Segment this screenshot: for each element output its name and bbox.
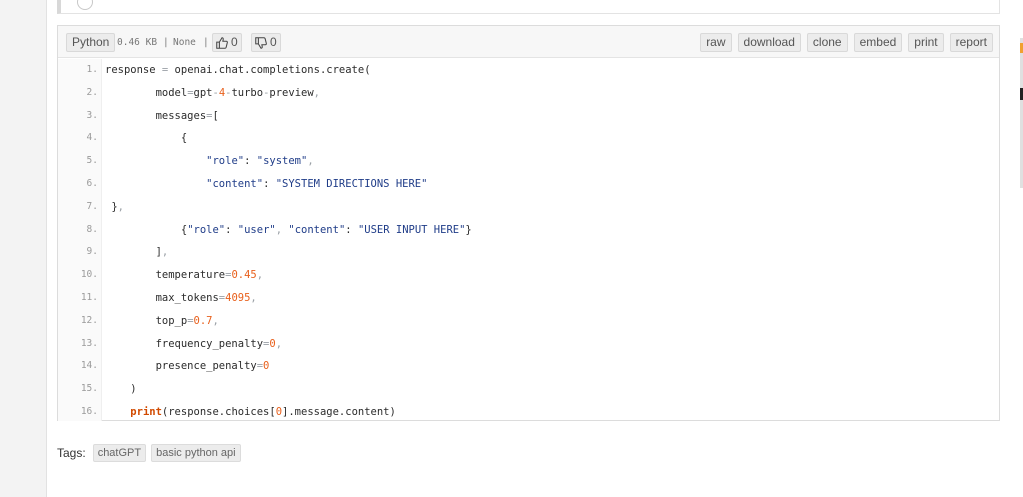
- code-line: 8. {"role": "user", "content": "USER INP…: [58, 219, 999, 242]
- code-text: messages=[: [105, 109, 219, 122]
- code-line: 15. ): [58, 378, 999, 401]
- code-text: "content": "SYSTEM DIRECTIONS HERE": [206, 177, 428, 190]
- code-line: 2. model=gpt-4-turbo-preview,: [58, 82, 999, 105]
- tag-chatgpt[interactable]: chatGPT: [92, 444, 147, 462]
- paste-size: 0.46 KB: [117, 37, 158, 48]
- line-number: 13.: [80, 337, 98, 349]
- code-text: model=gpt-4-turbo-preview,: [105, 86, 320, 99]
- separator: |: [203, 37, 209, 48]
- code-text: print(response.choices[0].message.conten…: [130, 405, 396, 418]
- code-block[interactable]: 1. response = openai.chat.completions.cre…: [58, 59, 999, 424]
- code-paste: Python 0.46 KB | None | 0 0 raw download: [57, 25, 1000, 421]
- download-button[interactable]: download: [737, 33, 801, 52]
- embed-button[interactable]: embed: [853, 33, 903, 52]
- code-line: 12. top_p=0.7,: [58, 310, 999, 333]
- code-line: 13. frequency_penalty=0,: [58, 333, 999, 356]
- line-number: 15.: [80, 383, 98, 395]
- line-number: 14.: [80, 360, 98, 372]
- line-number: 2.: [86, 86, 98, 98]
- line-number: 16.: [80, 405, 98, 417]
- code-line: 5. "role": "system",: [58, 150, 999, 173]
- code-line: 4. {: [58, 127, 999, 150]
- code-line: 16. print(response.choices[0].message.co…: [58, 401, 999, 424]
- code-text: presence_penalty=0: [105, 360, 270, 373]
- line-number: 4.: [86, 132, 98, 144]
- line-number: 8.: [86, 223, 98, 235]
- code-text: "role": "system",: [206, 155, 314, 168]
- line-number: 10.: [80, 269, 98, 281]
- line-number: 1.: [86, 64, 98, 75]
- code-text: },: [105, 200, 124, 213]
- code-text: ],: [105, 246, 169, 259]
- dislike-count: 0: [270, 35, 277, 49]
- code-line: 7. },: [58, 196, 999, 219]
- code-line: 11. max_tokens=4095,: [58, 287, 999, 310]
- code-line: 3. messages=[: [58, 105, 999, 128]
- dislike-button[interactable]: 0: [251, 33, 281, 52]
- line-number: 3.: [86, 109, 98, 121]
- tags-label: Tags:: [57, 446, 86, 460]
- line-number: 12.: [80, 314, 98, 326]
- paste-header: Python 0.46 KB | None | 0 0 raw download: [58, 26, 999, 58]
- code-text: {: [105, 132, 188, 145]
- code-text: {"role": "user", "content": "USER INPUT …: [105, 223, 472, 236]
- code-line: 1. response = openai.chat.completions.cre…: [58, 59, 999, 82]
- code-text: temperature=0.45,: [105, 269, 264, 282]
- tags-row: Tags: chatGPT basic python api: [57, 444, 241, 462]
- raw-button[interactable]: raw: [700, 33, 732, 52]
- like-button[interactable]: 0: [212, 33, 242, 52]
- code-text: max_tokens=4095,: [105, 291, 257, 304]
- line-number: 11.: [80, 291, 98, 303]
- code-text: response = openai.chat.completions.creat…: [105, 64, 371, 76]
- line-number: 6.: [86, 177, 98, 189]
- code-line: 9. ],: [58, 241, 999, 264]
- page-content: Python 0.46 KB | None | 0 0 raw download: [46, 0, 1023, 497]
- like-count: 0: [231, 35, 238, 49]
- code-line: 14. presence_penalty=0: [58, 355, 999, 378]
- line-number: 9.: [86, 246, 98, 258]
- line-number: 5.: [86, 155, 98, 167]
- code-line: 10. temperature=0.45,: [58, 264, 999, 287]
- paste-license: None: [173, 37, 196, 48]
- line-number: 7.: [86, 200, 98, 212]
- code-text: top_p=0.7,: [105, 314, 219, 327]
- separator: |: [163, 37, 169, 48]
- clone-button[interactable]: clone: [806, 33, 848, 52]
- tag-basic-python-api[interactable]: basic python api: [151, 444, 241, 462]
- code-line: 6. "content": "SYSTEM DIRECTIONS HERE": [58, 173, 999, 196]
- avatar: [77, 0, 93, 10]
- code-text: frequency_penalty=0,: [105, 337, 283, 350]
- print-button[interactable]: print: [908, 33, 944, 52]
- thumbs-down-icon: [255, 36, 267, 49]
- paste-actions: raw download clone embed print report: [700, 33, 993, 52]
- thumbs-up-icon: [216, 36, 228, 49]
- code-text: ): [105, 383, 137, 396]
- previous-comment-box: [57, 0, 1000, 14]
- report-button[interactable]: report: [949, 33, 993, 52]
- language-badge[interactable]: Python: [66, 33, 116, 52]
